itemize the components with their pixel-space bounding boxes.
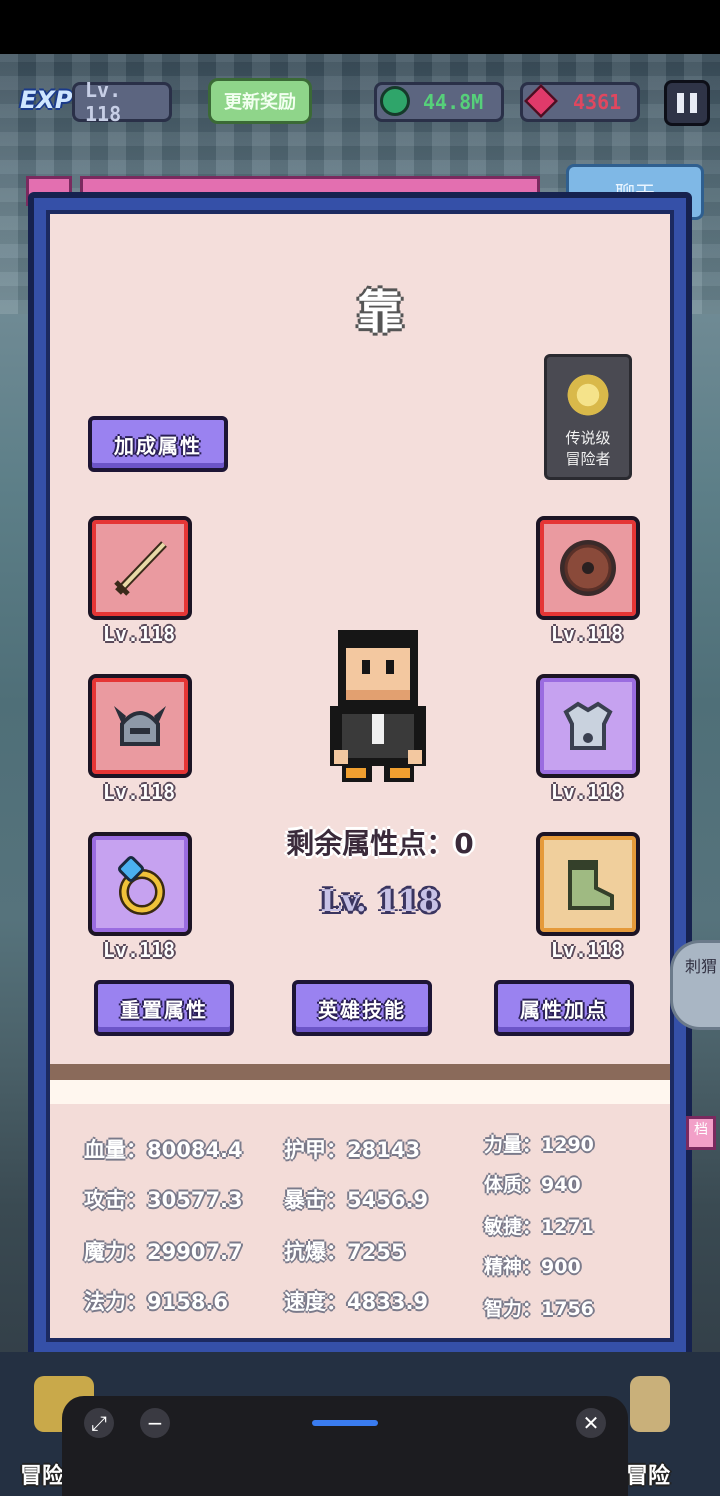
shield-slot[interactable] (536, 516, 640, 620)
nav-label-left: 冒险 (20, 1464, 65, 1489)
stat-intelligence: 智力：1756 (484, 1298, 594, 1320)
pause-icon (677, 93, 684, 113)
section-divider (50, 1064, 670, 1080)
floating-window-sheet: ⤢ − ✕ (62, 1396, 628, 1496)
hero-panel-inner: 靠 加成属性 传说级 冒险者 Lv.118 Lv.118 Lv.118 Lv.1… (46, 210, 674, 1342)
minimize-icon[interactable]: − (140, 1408, 170, 1438)
stat-speed: 速度：4833.9 (284, 1290, 429, 1314)
nav-label-right: 冒险 (626, 1464, 671, 1489)
sheet-drag-handle[interactable] (312, 1420, 378, 1426)
armor-level: Lv.118 (550, 780, 624, 804)
remaining-points: 剩余属性点：0 (286, 827, 474, 860)
legendary-title-card[interactable]: 传说级 冒险者 (544, 354, 632, 480)
stat-strength: 力量：1290 (484, 1134, 594, 1156)
plate-armor-icon (563, 701, 613, 750)
section-divider-light (50, 1080, 670, 1104)
ring-level: Lv.118 (102, 938, 176, 962)
add-attribute-points-button[interactable]: 属性加点 (494, 980, 634, 1036)
hero-sprite (330, 630, 426, 782)
shield-level: Lv.118 (550, 622, 624, 646)
stat-armor: 护甲：28143 (284, 1138, 421, 1162)
round-shield-icon (560, 540, 616, 596)
hero-skills-button[interactable]: 英雄技能 (292, 980, 432, 1036)
helmet-slot[interactable] (88, 674, 192, 778)
equipment-area: 靠 加成属性 传说级 冒险者 Lv.118 Lv.118 Lv.118 Lv.1… (50, 214, 670, 1064)
hero-panel: 靠 加成属性 传说级 冒险者 Lv.118 Lv.118 Lv.118 Lv.1… (28, 192, 692, 1360)
stat-constitution: 体质：940 (484, 1174, 581, 1196)
expand-icon[interactable]: ⤢ (84, 1408, 114, 1438)
title-card-line1: 传说级 (565, 429, 611, 447)
pause-button[interactable] (664, 80, 710, 126)
ring-icon (118, 856, 165, 915)
exp-badge: EXP (20, 86, 73, 114)
bonus-attributes-button[interactable]: 加成属性 (88, 416, 228, 472)
ring-slot[interactable] (88, 832, 192, 936)
helmet-level: Lv.118 (102, 780, 176, 804)
stats-area: 血量：80084.4 攻击：30577.3 魔力：29907.7 法力：9158… (50, 1104, 670, 1338)
boots-icon (568, 860, 614, 910)
stat-mana: 法力：9158.6 (84, 1290, 229, 1314)
close-icon[interactable]: ✕ (576, 1408, 606, 1438)
weapon-slot[interactable] (88, 516, 192, 620)
panel-title: 靠 (357, 285, 403, 339)
stat-crit: 暴击：5456.9 (284, 1188, 429, 1212)
stat-attack: 攻击：30577.3 (84, 1188, 243, 1212)
horned-helmet-icon (114, 706, 166, 746)
armor-slot[interactable] (536, 674, 640, 778)
stat-magic-power: 魔力：29907.7 (84, 1240, 243, 1264)
stat-hp: 血量：80084.4 (84, 1138, 243, 1162)
legendary-emblem-icon (562, 369, 614, 421)
emerald-icon (380, 86, 410, 116)
stat-crit-resist: 抗爆：7255 (284, 1240, 406, 1264)
player-level: Lv. 118 (72, 78, 172, 126)
side-floating-bubble[interactable]: 刺猬 (670, 940, 720, 1030)
stat-agility: 敏捷：1271 (484, 1216, 594, 1238)
side-tab[interactable]: 档 (686, 1116, 716, 1150)
title-card-line2: 冒险者 (565, 450, 611, 468)
stat-spirit: 精神：900 (484, 1256, 581, 1278)
sword-icon (114, 541, 167, 596)
reset-attributes-button[interactable]: 重置属性 (94, 980, 234, 1036)
hero-level: Lv. 118 (320, 884, 440, 919)
update-reward-button[interactable]: 更新奖励 (208, 78, 312, 124)
boots-level: Lv.118 (550, 938, 624, 962)
nav-sword-icon[interactable] (630, 1376, 670, 1432)
weapon-level: Lv.118 (102, 622, 176, 646)
